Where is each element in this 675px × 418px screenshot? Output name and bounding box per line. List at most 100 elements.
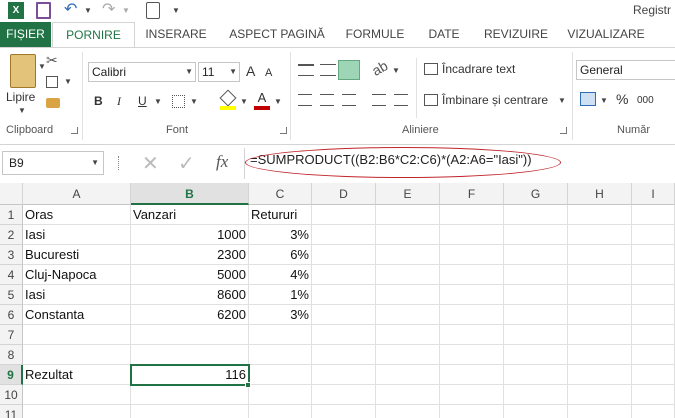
fill-color-dropdown-icon[interactable]: ▼	[240, 97, 248, 106]
cell-h4[interactable]	[568, 265, 632, 285]
comma-style-button[interactable]: 000	[637, 92, 654, 110]
cell-a2[interactable]: Iasi	[23, 225, 131, 245]
merge-dropdown-icon[interactable]: ▼	[558, 96, 566, 105]
cell-a1[interactable]: Oras	[23, 205, 131, 225]
orientation-dropdown-icon[interactable]: ▼	[392, 66, 400, 75]
column-header-i[interactable]: I	[632, 183, 675, 205]
cell-h7[interactable]	[568, 325, 632, 345]
font-color-icon[interactable]: A	[254, 90, 270, 110]
chevron-down-icon[interactable]: ▼	[91, 152, 99, 174]
column-header-a[interactable]: A	[23, 183, 131, 205]
paste-label-dropdown-icon[interactable]: ▼	[18, 106, 26, 115]
tab-formulas[interactable]: FORMULE	[338, 22, 412, 47]
cell-d8[interactable]	[312, 345, 376, 365]
chevron-down-icon[interactable]: ▼	[185, 63, 193, 81]
percent-button[interactable]: %	[616, 90, 628, 108]
worksheet-grid[interactable]: A B C D E F G H I 1 2 3 4 5 6 7 8 9 10 1…	[0, 183, 675, 418]
number-format-combo[interactable]: General	[576, 60, 675, 80]
grow-font-button[interactable]: A	[246, 62, 255, 80]
orientation-icon[interactable]: ab	[369, 57, 390, 79]
cell-b7[interactable]	[131, 325, 249, 345]
italic-button[interactable]: I	[117, 92, 121, 110]
tab-page-layout[interactable]: ASPECT PAGINĂ	[222, 22, 332, 47]
cell-a4[interactable]: Cluj-Napoca	[23, 265, 131, 285]
paste-label[interactable]: Lipire	[6, 88, 35, 106]
cell-i3[interactable]	[632, 245, 675, 265]
decrease-indent-icon[interactable]	[372, 94, 386, 106]
cell-e5[interactable]	[376, 285, 440, 305]
underline-button[interactable]: U	[138, 92, 147, 110]
cell-e4[interactable]	[376, 265, 440, 285]
cell-f4[interactable]	[440, 265, 504, 285]
cell-h5[interactable]	[568, 285, 632, 305]
align-middle-icon[interactable]	[320, 64, 336, 76]
cell-a7[interactable]	[23, 325, 131, 345]
cell-e1[interactable]	[376, 205, 440, 225]
wrap-text-icon[interactable]	[424, 63, 438, 75]
cell-i9[interactable]	[632, 365, 675, 385]
cell-i10[interactable]	[632, 385, 675, 405]
cell-c10[interactable]	[249, 385, 312, 405]
cell-a3[interactable]: Bucuresti	[23, 245, 131, 265]
cell-f3[interactable]	[440, 245, 504, 265]
paste-dropdown-icon[interactable]: ▼	[38, 62, 46, 71]
cell-h6[interactable]	[568, 305, 632, 325]
cell-a9[interactable]: Rezultat	[23, 365, 131, 385]
cell-c7[interactable]	[249, 325, 312, 345]
font-launcher-icon[interactable]	[280, 127, 287, 134]
cell-b8[interactable]	[131, 345, 249, 365]
bold-button[interactable]: B	[94, 92, 103, 110]
cell-d7[interactable]	[312, 325, 376, 345]
cell-d10[interactable]	[312, 385, 376, 405]
cell-h11[interactable]	[568, 405, 632, 418]
cell-e2[interactable]	[376, 225, 440, 245]
cell-d4[interactable]	[312, 265, 376, 285]
font-size-combo[interactable]: 11 ▼	[198, 62, 240, 82]
borders-icon[interactable]	[172, 95, 185, 108]
cell-i11[interactable]	[632, 405, 675, 418]
cell-f6[interactable]	[440, 305, 504, 325]
cell-g7[interactable]	[504, 325, 568, 345]
cell-i5[interactable]	[632, 285, 675, 305]
cell-b1[interactable]: Vanzari	[131, 205, 249, 225]
column-header-h[interactable]: H	[568, 183, 632, 205]
row-header-10[interactable]: 10	[0, 385, 23, 405]
select-all-corner[interactable]	[0, 183, 23, 205]
cell-i2[interactable]	[632, 225, 675, 245]
fill-handle[interactable]	[245, 382, 251, 388]
cell-i1[interactable]	[632, 205, 675, 225]
cell-b2[interactable]: 1000	[131, 225, 249, 245]
cell-e7[interactable]	[376, 325, 440, 345]
cell-b11[interactable]	[131, 405, 249, 418]
alignment-launcher-icon[interactable]	[560, 127, 567, 134]
redo-icon[interactable]: ↷	[102, 2, 118, 19]
tab-review[interactable]: REVIZUIRE	[478, 22, 554, 47]
cell-c8[interactable]	[249, 345, 312, 365]
cell-h9[interactable]	[568, 365, 632, 385]
column-header-d[interactable]: D	[312, 183, 376, 205]
underline-dropdown-icon[interactable]: ▼	[154, 97, 162, 106]
tab-home[interactable]: PORNIRE	[52, 22, 135, 48]
row-header-7[interactable]: 7	[0, 325, 23, 345]
cell-c3[interactable]: 6%	[249, 245, 312, 265]
cell-a5[interactable]: Iasi	[23, 285, 131, 305]
cell-c4[interactable]: 4%	[249, 265, 312, 285]
cell-h10[interactable]	[568, 385, 632, 405]
cell-e11[interactable]	[376, 405, 440, 418]
cell-f11[interactable]	[440, 405, 504, 418]
align-left-icon[interactable]	[298, 94, 312, 106]
cell-g3[interactable]	[504, 245, 568, 265]
cell-i7[interactable]	[632, 325, 675, 345]
name-box[interactable]: B9 ▼	[2, 151, 104, 175]
cell-f9[interactable]	[440, 365, 504, 385]
cell-f8[interactable]	[440, 345, 504, 365]
row-header-1[interactable]: 1	[0, 205, 23, 225]
shrink-font-button[interactable]: A	[265, 64, 272, 82]
cell-f5[interactable]	[440, 285, 504, 305]
cell-g2[interactable]	[504, 225, 568, 245]
redo-dropdown-icon[interactable]: ▼	[122, 2, 130, 19]
cell-c9[interactable]	[249, 365, 312, 385]
cell-f2[interactable]	[440, 225, 504, 245]
cell-d5[interactable]	[312, 285, 376, 305]
cell-a11[interactable]	[23, 405, 131, 418]
